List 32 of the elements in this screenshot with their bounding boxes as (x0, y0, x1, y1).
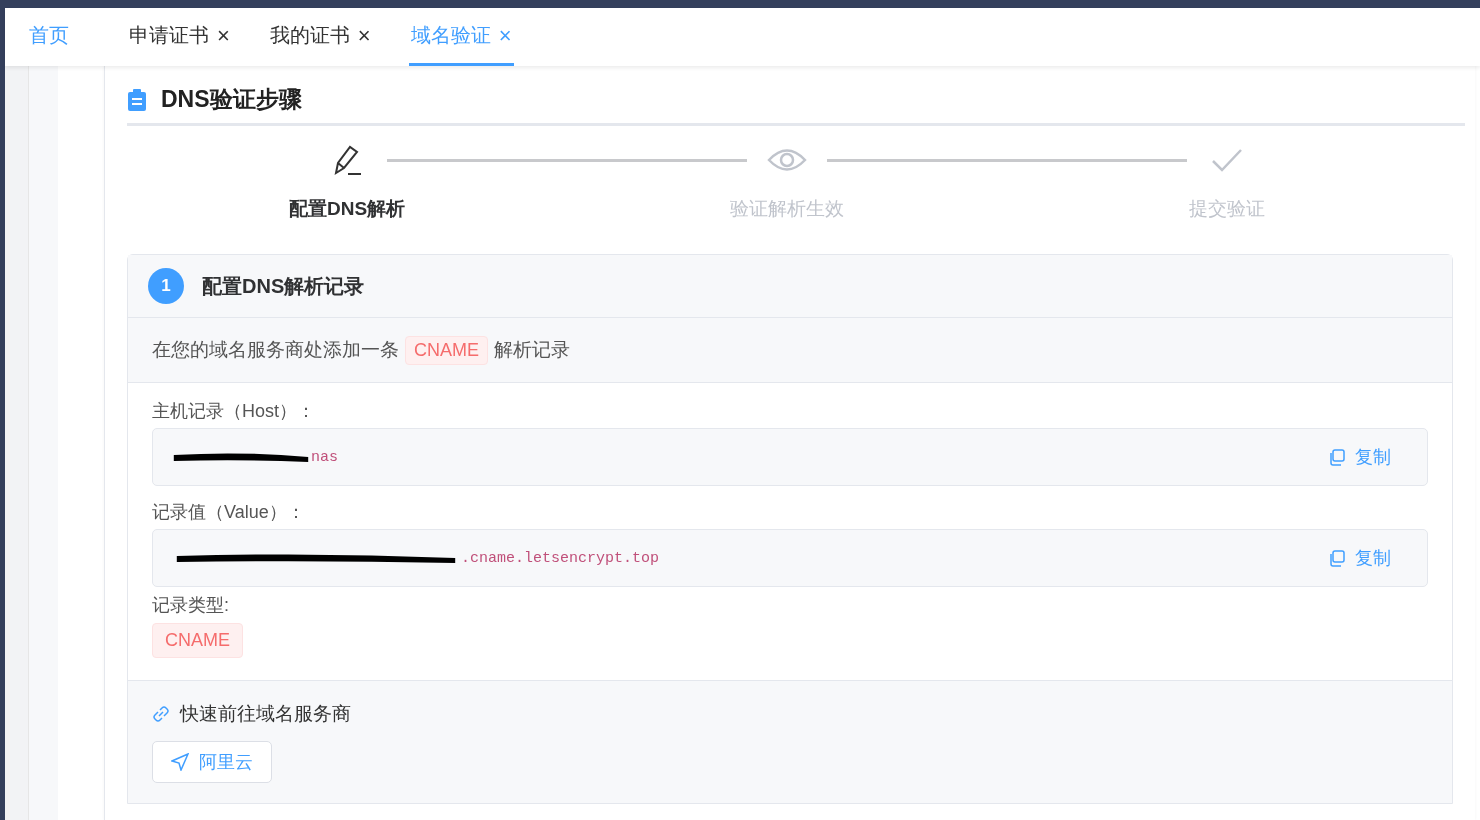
record-type-tag: CNAME (152, 623, 243, 658)
field-label: 主机记录（Host）： (152, 400, 316, 423)
quick-links-title: 快速前往域名服务商 (180, 702, 351, 726)
copy-icon (1328, 448, 1345, 466)
send-icon (171, 753, 189, 771)
close-icon[interactable]: × (498, 22, 512, 49)
check-icon (1210, 147, 1244, 173)
provider-button[interactable]: 阿里云 (152, 741, 272, 783)
step-label: 配置DNS解析 (288, 197, 406, 221)
instruction-text: 在您的域名服务商处添加一条 (152, 338, 399, 362)
copy-icon (1328, 549, 1345, 567)
tab[interactable]: 申请证书 × (127, 8, 232, 66)
instruction-text: 解析记录 (494, 338, 570, 362)
record-type-tag: CNAME (405, 335, 488, 365)
section-title: DNS验证步骤 (161, 85, 302, 114)
panel-title: 配置DNS解析记录 (202, 273, 365, 299)
record-value: nas (311, 448, 338, 466)
step-label: 验证解析生效 (730, 197, 844, 221)
close-icon[interactable]: × (217, 22, 230, 49)
copy-button[interactable]: 复制 (1322, 545, 1397, 571)
step-label: 提交验证 (1189, 197, 1265, 221)
eye-icon (767, 147, 807, 173)
link-icon (152, 705, 170, 723)
clipboard-icon (127, 88, 147, 111)
tab[interactable]: 首页 (27, 8, 71, 66)
close-icon[interactable]: × (357, 22, 371, 49)
field-label: 记录值（Value）： (152, 501, 306, 524)
tab[interactable]: 我的证书 × (267, 8, 373, 66)
field-label: 记录类型: (152, 594, 230, 617)
step-number: 1 (148, 268, 184, 304)
copy-button[interactable]: 复制 (1322, 444, 1397, 470)
record-value: .cname.letsencrypt.top (461, 549, 660, 567)
